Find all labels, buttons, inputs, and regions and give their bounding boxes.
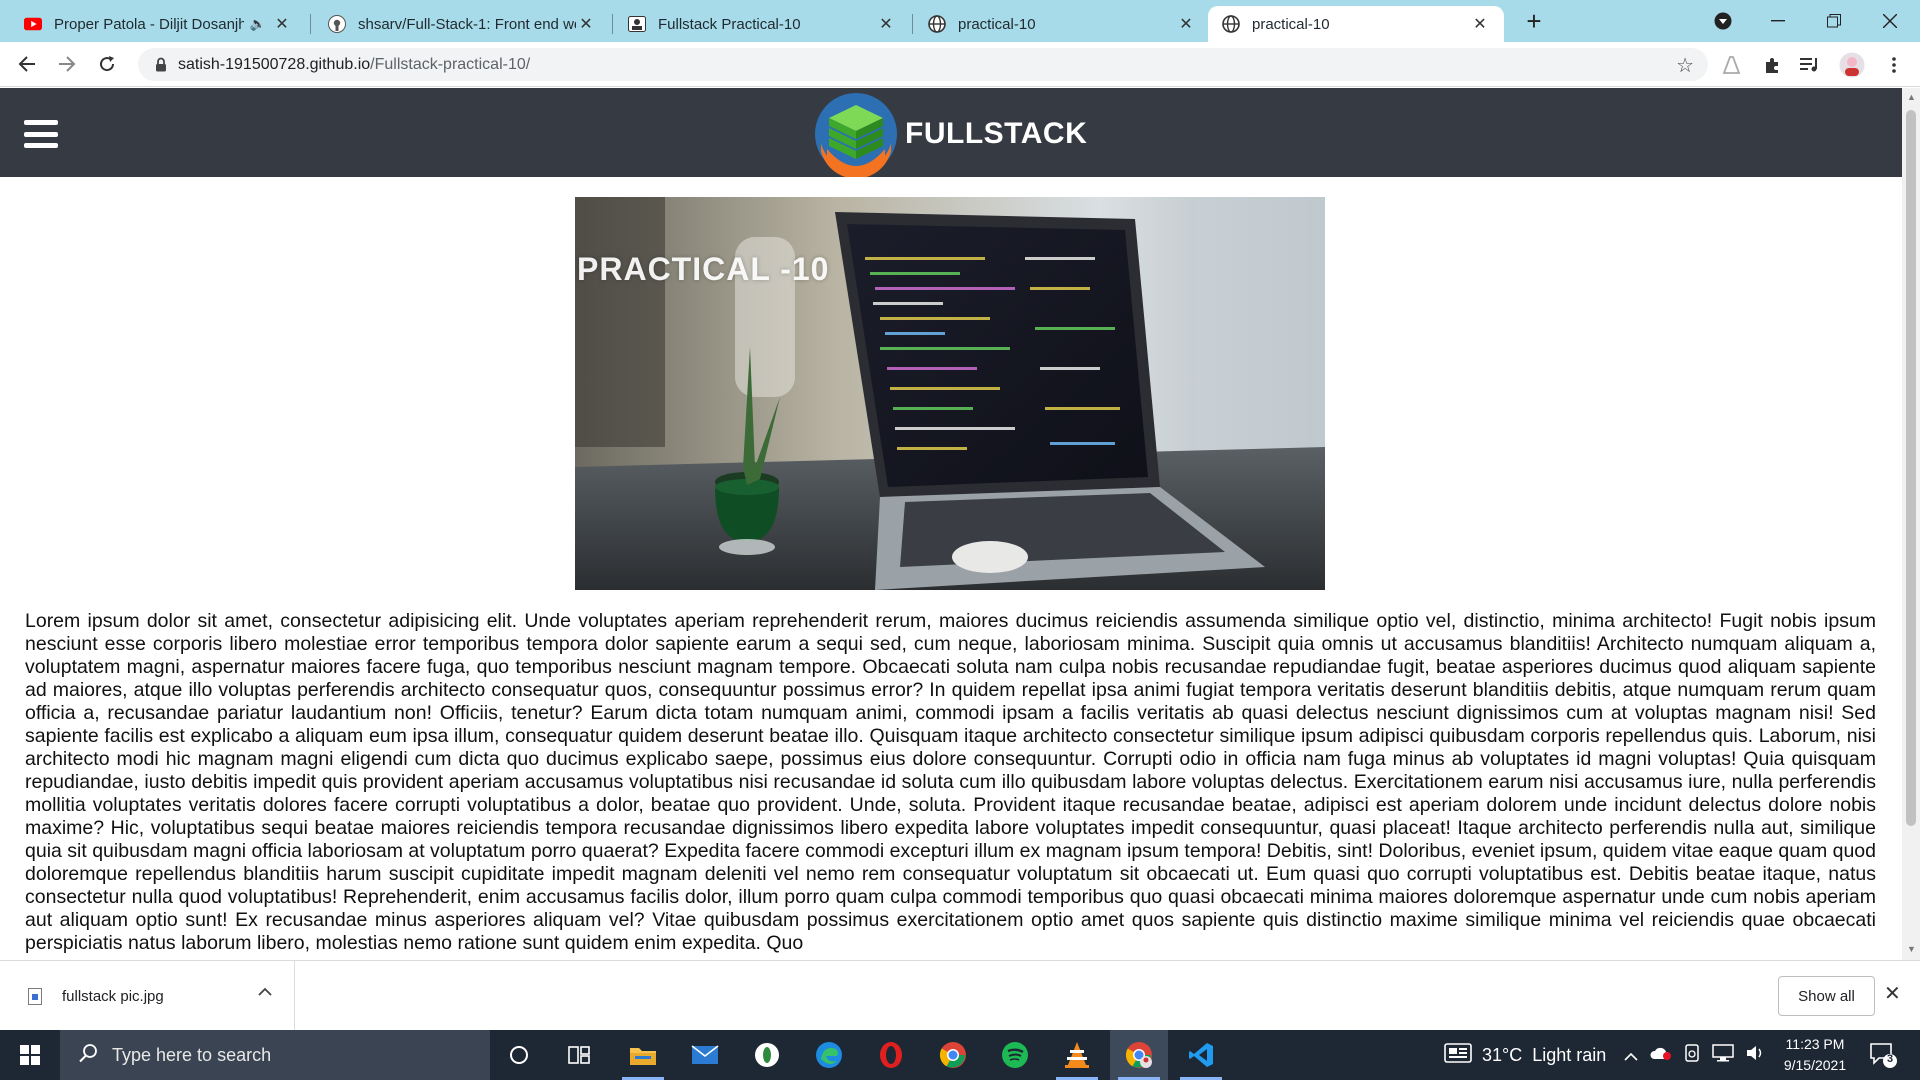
chevron-up-icon[interactable]	[258, 983, 272, 1001]
bookmark-star-icon[interactable]: ☆	[1676, 53, 1694, 78]
tab-practical-10[interactable]: practical-10 ✕	[914, 6, 1210, 42]
opera-icon[interactable]	[862, 1030, 920, 1080]
close-tab-icon[interactable]: ✕	[272, 14, 292, 34]
hero-image: PRACTICAL -10	[575, 197, 1325, 590]
mail-icon[interactable]	[676, 1030, 734, 1080]
tab-title: Proper Patola - Diljit Dosanjh	[54, 15, 244, 33]
close-tab-icon[interactable]: ✕	[1176, 14, 1196, 34]
hero-title: PRACTICAL -10	[577, 251, 830, 287]
minimize-icon[interactable]	[1750, 0, 1806, 42]
search-placeholder: Type here to search	[112, 1044, 272, 1065]
extensions-icon[interactable]	[1758, 51, 1786, 79]
url-path: /Fullstack-practical-10/	[370, 55, 531, 73]
app-icon[interactable]	[738, 1030, 796, 1080]
forward-icon[interactable]	[52, 49, 82, 79]
scroll-down-icon[interactable]: ▼	[1907, 944, 1916, 954]
close-tab-icon[interactable]: ✕	[876, 14, 896, 34]
volume-icon[interactable]	[1746, 1044, 1766, 1067]
youtube-icon	[24, 15, 42, 33]
tab-fullstack-practical[interactable]: Fullstack Practical-10 ✕	[614, 6, 910, 42]
tab-divider	[912, 14, 913, 34]
close-window-icon[interactable]	[1862, 0, 1918, 42]
brand[interactable]: FULLSTACK	[813, 90, 1087, 178]
tab-title: practical-10	[1252, 15, 1330, 33]
vscode-icon[interactable]	[1172, 1030, 1230, 1080]
url-text: satish-191500728.github.io/Fullstack-pra…	[178, 56, 530, 74]
show-all-button[interactable]: Show all	[1778, 976, 1875, 1016]
weather-text: 31°C Light rain	[1482, 1044, 1607, 1065]
address-bar[interactable]: satish-191500728.github.io/Fullstack-pra…	[138, 48, 1708, 81]
brand-name: FULLSTACK	[905, 117, 1088, 150]
system-clock[interactable]: 11:23 PM 9/15/2021	[1770, 1034, 1860, 1076]
close-tab-icon[interactable]: ✕	[576, 14, 596, 34]
spotify-icon[interactable]	[986, 1030, 1044, 1080]
task-view-icon[interactable]	[550, 1030, 608, 1080]
device-icon[interactable]	[1684, 1043, 1700, 1067]
page-viewport: FULLSTACK PRACTICAL -10 Lorem ipsum dolo…	[0, 88, 1902, 960]
cortana-icon[interactable]	[490, 1030, 548, 1080]
onedrive-icon[interactable]	[1650, 1045, 1672, 1066]
edge-icon[interactable]	[800, 1030, 858, 1080]
clock-date: 9/15/2021	[1783, 1057, 1847, 1073]
lock-icon[interactable]	[152, 57, 170, 72]
globe-icon	[928, 15, 946, 33]
reader-mode-icon[interactable]	[1718, 51, 1746, 79]
close-shelf-icon[interactable]: ✕	[1884, 981, 1901, 1006]
hamburger-menu-icon[interactable]	[24, 120, 58, 148]
profile-avatar-icon[interactable]	[1838, 51, 1866, 79]
download-file-name: fullstack pic.jpg	[62, 987, 164, 1005]
page-icon	[628, 15, 646, 33]
fullstack-logo-icon	[815, 93, 897, 177]
back-icon[interactable]	[12, 49, 42, 79]
windows-taskbar: Type here to search 31°C Light rain 11:2…	[0, 1030, 1920, 1080]
github-icon	[328, 15, 346, 33]
notification-count: 3	[1886, 1053, 1894, 1065]
tab-search-icon[interactable]	[1695, 0, 1751, 42]
body-paragraph: Lorem ipsum dolor sit amet, consectetur …	[25, 610, 1876, 954]
scroll-up-icon[interactable]: ▲	[1907, 92, 1916, 102]
notifications-icon[interactable]: 3	[1868, 1040, 1898, 1070]
chrome-active-icon[interactable]	[1110, 1030, 1168, 1080]
image-file-icon	[28, 987, 42, 1005]
globe-icon	[1222, 15, 1240, 33]
tab-title: practical-10	[958, 15, 1036, 33]
restore-icon[interactable]	[1806, 0, 1862, 42]
media-queue-icon[interactable]	[1796, 51, 1824, 79]
close-tab-icon[interactable]: ✕	[1470, 14, 1490, 34]
page-scrollbar[interactable]: ▲ ▼	[1902, 88, 1920, 960]
new-tab-icon[interactable]: +	[1520, 8, 1548, 36]
news-icon	[1444, 1042, 1472, 1068]
audio-icon[interactable]: 🔈	[250, 16, 266, 32]
taskbar-search-box[interactable]: Type here to search	[60, 1030, 490, 1080]
network-icon[interactable]	[1712, 1043, 1734, 1067]
reload-icon[interactable]	[92, 49, 122, 79]
system-tray	[1624, 1030, 1766, 1080]
tab-youtube[interactable]: Proper Patola - Diljit Dosanjh 🔈 ✕	[10, 6, 306, 42]
tab-strip: Proper Patola - Diljit Dosanjh 🔈 ✕ shsar…	[0, 0, 1920, 42]
tab-divider	[612, 14, 613, 34]
windows-start-icon[interactable]	[0, 1030, 60, 1080]
tab-divider	[310, 14, 311, 34]
weather-widget[interactable]: 31°C Light rain	[1444, 1030, 1606, 1080]
tab-practical-10-active[interactable]: practical-10 ✕	[1208, 6, 1504, 42]
download-shelf: fullstack pic.jpg Show all ✕	[0, 960, 1920, 1031]
url-host: satish-191500728.github.io	[178, 55, 371, 73]
chrome-icon[interactable]	[924, 1030, 982, 1080]
tab-title: shsarv/Full-Stack-1: Front end we	[358, 15, 576, 33]
download-item[interactable]: fullstack pic.jpg	[0, 961, 295, 1031]
vlc-icon[interactable]	[1048, 1030, 1106, 1080]
chrome-menu-icon[interactable]	[1880, 51, 1908, 79]
clock-time: 11:23 PM	[1785, 1036, 1845, 1052]
scrollbar-thumb[interactable]	[1906, 110, 1916, 826]
site-header: FULLSTACK	[0, 88, 1902, 177]
search-icon	[78, 1043, 104, 1068]
browser-toolbar: satish-191500728.github.io/Fullstack-pra…	[0, 42, 1920, 87]
show-hidden-icons-icon[interactable]	[1624, 1045, 1638, 1066]
tab-github[interactable]: shsarv/Full-Stack-1: Front end we ✕	[314, 6, 610, 42]
tab-title: Fullstack Practical-10	[658, 15, 801, 33]
file-explorer-icon[interactable]	[614, 1030, 672, 1080]
